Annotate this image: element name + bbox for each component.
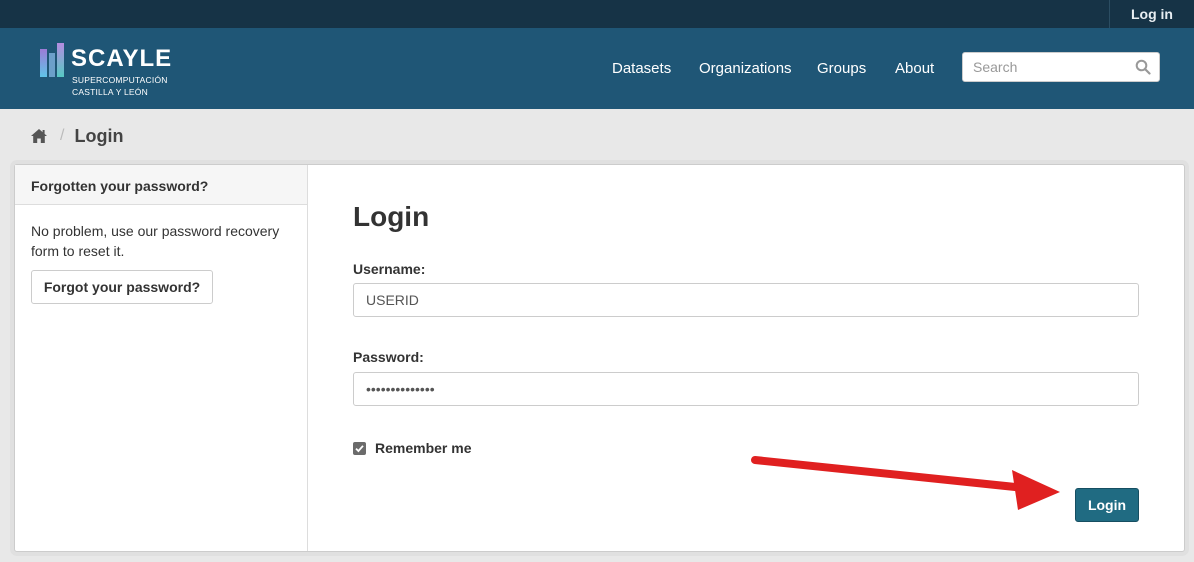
- breadcrumb: / Login: [30, 125, 123, 147]
- main-nav: Datasets Organizations Groups About: [0, 28, 950, 109]
- breadcrumb-current[interactable]: Login: [74, 126, 123, 147]
- password-label: Password:: [353, 349, 424, 365]
- page-title: Login: [353, 201, 430, 232]
- sidebar-text: No problem, use our password recovery fo…: [31, 223, 280, 259]
- login-form: Login Username: Password: Remember me Lo…: [308, 165, 1184, 551]
- forgot-password-button[interactable]: Forgot your password?: [31, 270, 213, 304]
- sidebar-heading: Forgotten your password?: [15, 165, 307, 205]
- account-bar: Log in: [0, 0, 1194, 28]
- nav-groups[interactable]: Groups: [817, 60, 866, 77]
- site-search: [962, 52, 1160, 82]
- nav-organizations[interactable]: Organizations: [699, 60, 792, 77]
- username-label: Username:: [353, 261, 426, 277]
- search-input[interactable]: [973, 53, 1133, 81]
- remember-me-checkbox[interactable]: Remember me: [353, 440, 472, 456]
- masthead: SCAYLE SUPERCOMPUTACIÓN CASTILLA Y LEÓN …: [0, 28, 1194, 109]
- breadcrumb-separator: /: [60, 127, 65, 144]
- password-help-sidebar: Forgotten your password? No problem, use…: [15, 165, 308, 551]
- log-in-link[interactable]: Log in: [1109, 0, 1194, 28]
- nav-about[interactable]: About: [895, 60, 934, 77]
- main-panel: Forgotten your password? No problem, use…: [14, 164, 1185, 552]
- nav-datasets[interactable]: Datasets: [612, 60, 671, 77]
- remember-me-label: Remember me: [375, 440, 472, 456]
- password-input[interactable]: [353, 372, 1139, 406]
- username-input[interactable]: [353, 283, 1139, 317]
- login-submit-button[interactable]: Login: [1075, 488, 1139, 522]
- search-icon[interactable]: [1135, 59, 1151, 75]
- checkbox-checked-icon[interactable]: [353, 441, 366, 455]
- home-icon[interactable]: [30, 128, 48, 144]
